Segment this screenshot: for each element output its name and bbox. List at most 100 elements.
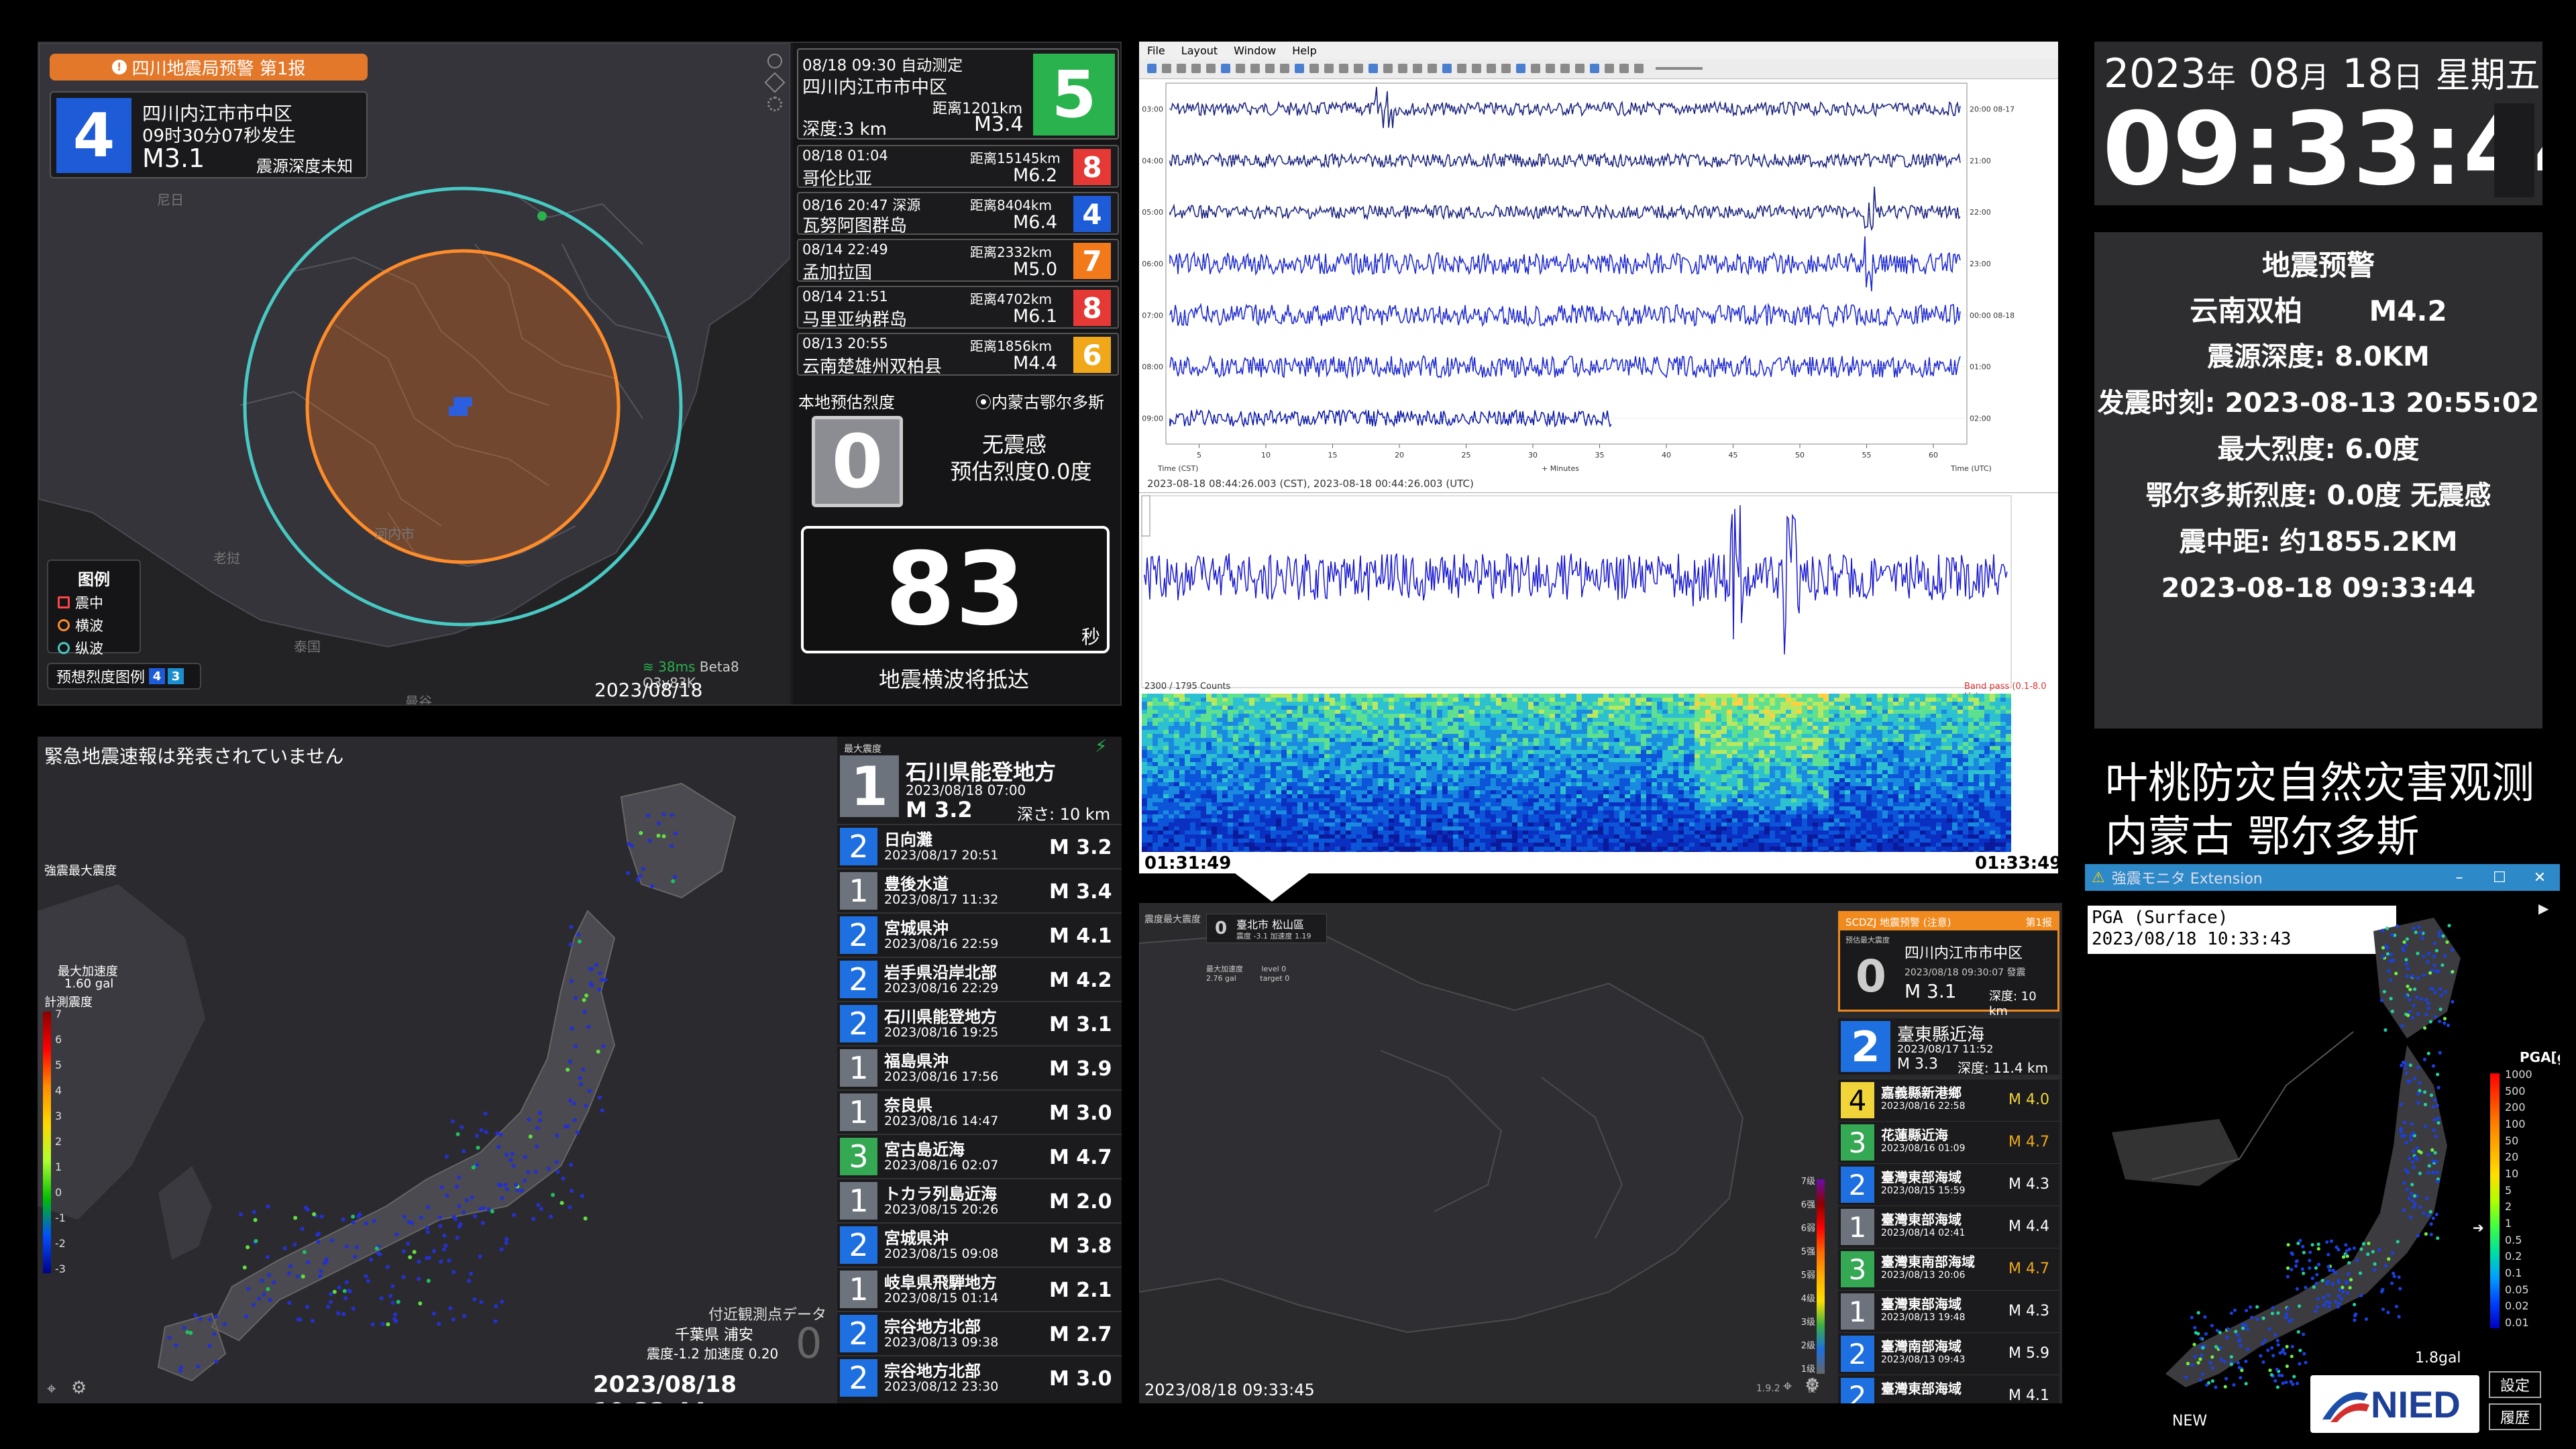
tw-history-item[interactable]: 3 臺灣東南部海域 2023/08/13 20:06 M 4.7 (1838, 1248, 2059, 1290)
scale-tick-label: 10 (2505, 1167, 2545, 1180)
tw-item-scale: 3 (1841, 1124, 1874, 1161)
settings-icon[interactable] (767, 97, 782, 111)
china-history-item[interactable]: 08/18 01:04 哥伦比亚 距离15145km M6.2 8 (797, 145, 1119, 188)
tw-level-label: level (1262, 965, 1279, 973)
toolbar-button-icon[interactable] (1162, 64, 1171, 73)
toolbar-button-icon[interactable] (1516, 64, 1525, 73)
tw-history-item[interactable]: 1 臺灣東部海域 2023/08/14 02:41 M 4.4 (1838, 1205, 2059, 1248)
menu-layout[interactable]: Layout (1181, 44, 1218, 57)
china-map[interactable]: 尼日河内市老挝缅甸泰国曼谷 ! 四川地震局预警 第1报 4 四川内江市市中区 0… (39, 43, 790, 706)
japan-item-time: 2023/08/15 09:08 (884, 1246, 998, 1261)
tw-item-location: 臺灣東部海域 (1881, 1293, 1962, 1313)
tw-alert-card[interactable]: SCDZJ 地震预警 (注意) 第1报 预估最大震度 0 四川内江市市中区 20… (1838, 911, 2059, 1012)
toolbar-button-icon[interactable] (1309, 64, 1319, 73)
seismogram-window[interactable]: File Layout Window Help 08-18 03:0020:00… (1139, 42, 2058, 873)
history-magnitude: M6.4 (1013, 212, 1057, 233)
china-history-item[interactable]: 08/16 20:47 深源 瓦努阿图群岛 距离8404km M6.4 4 (797, 192, 1119, 235)
toolbar-button-icon[interactable] (1354, 64, 1363, 73)
toolbar-button-icon[interactable] (1590, 64, 1599, 73)
toolbar-button-icon[interactable] (1472, 64, 1481, 73)
toolbar-button-icon[interactable] (1398, 64, 1407, 73)
history-button[interactable]: 履歴 (2489, 1403, 2541, 1430)
kmoni-window[interactable]: ⚠ 強震モニタ Extension – ☐ ✕ PGA (Surface) 20… (2085, 864, 2560, 1440)
japan-history-item[interactable]: 3 宮古島近海 2023/08/16 02:07 M 4.7 (837, 1134, 1122, 1178)
tw-history-item[interactable]: 2 臺灣東部海域 2023/08/15 15:59 M 4.3 (1838, 1163, 2059, 1205)
japan-history-item[interactable]: 2 石川県能登地方 2023/08/16 19:25 M 3.1 (837, 1001, 1122, 1045)
tw-history-item[interactable]: 2 臺灣東部海域 M 4.1 (1838, 1375, 2059, 1403)
toolbar-button-icon[interactable] (1413, 64, 1422, 73)
toolbar-button-icon[interactable] (1324, 64, 1334, 73)
china-intensity-legend[interactable]: 预想烈度图例 4 3 (47, 663, 201, 690)
toolbar-button-icon[interactable] (1177, 64, 1186, 73)
japan-history-item[interactable]: 2 宮城県沖 2023/08/15 09:08 M 3.8 (837, 1222, 1122, 1267)
toolbar-button-icon[interactable] (1236, 64, 1245, 73)
tw-history-item[interactable]: 2 臺灣南部海域 2023/08/13 09:43 M 5.9 (1838, 1332, 2059, 1375)
layers-icon[interactable] (764, 72, 785, 93)
japan-history-item[interactable]: 1 福島県沖 2023/08/16 17:56 M 3.9 (837, 1045, 1122, 1089)
crosshair-icon[interactable]: ⌖ (47, 1379, 56, 1398)
japan-history-item[interactable]: 2 宗谷地方北部 2023/08/12 23:30 M 3.0 (837, 1355, 1122, 1399)
clock-day: 18 (2342, 50, 2393, 97)
china-latest-card[interactable]: 08/18 09:30 自动测定 四川内江市市中区 距离1201km 深度:3 … (797, 48, 1119, 140)
menu-help[interactable]: Help (1292, 44, 1316, 57)
clock-time: 09:33:44 (2102, 99, 2542, 200)
japan-history-item[interactable]: 2 宮城県沖 2023/08/16 22:59 M 4.1 (837, 912, 1122, 957)
japan-history-item[interactable]: 1 豊後水道 2023/08/17 11:32 M 3.4 (837, 868, 1122, 912)
toolbar-button-icon[interactable] (1457, 64, 1466, 73)
japan-item-magnitude: M 3.0 (1049, 1367, 1112, 1391)
tw-history-item[interactable]: 3 花蓮縣近海 2023/08/16 01:09 M 4.7 (1838, 1121, 2059, 1163)
toolbar-button-icon[interactable] (1634, 64, 1644, 73)
toolbar-button-icon[interactable] (1575, 64, 1585, 73)
japan-item-scale: 3 (840, 1138, 877, 1175)
toolbar-icons[interactable] (1139, 59, 2058, 79)
toolbar-button-icon[interactable] (1442, 64, 1452, 73)
toolbar-button-icon[interactable] (1619, 64, 1629, 73)
toolbar-button-icon[interactable] (1280, 64, 1289, 73)
toolbar-button-icon[interactable] (1339, 64, 1348, 73)
china-history-item[interactable]: 08/14 21:51 马里亚纳群岛 距离4702km M6.1 8 (797, 286, 1119, 329)
japan-history-item[interactable]: 1 トカラ列島近海 2023/08/15 20:26 M 2.0 (837, 1178, 1122, 1222)
toolbar-button-icon[interactable] (1428, 64, 1437, 73)
toolbar-button-icon[interactable] (1221, 64, 1230, 73)
tw-history-item[interactable]: 1 臺灣東部海域 2023/08/13 19:48 M 4.3 (1838, 1290, 2059, 1332)
home-icon[interactable] (767, 54, 782, 68)
settings-button[interactable]: 設定 (2489, 1371, 2541, 1398)
toolbar-button-icon[interactable] (1295, 64, 1304, 73)
toolbar-button-icon[interactable] (1560, 64, 1570, 73)
toolbar-button-icon[interactable] (1368, 64, 1378, 73)
tw-latest[interactable]: 2 臺東縣近海 2023/08/17 11:52 M 3.3 深度: 11.4 … (1838, 1018, 2059, 1075)
menu-file[interactable]: File (1147, 44, 1165, 57)
toolbar-button-icon[interactable] (1531, 64, 1540, 73)
tw-gear-icon[interactable]: ⚙ (1805, 1375, 1820, 1395)
japan-history-item[interactable]: 2 岩手県沿岸北部 2023/08/16 22:29 M 4.2 (837, 957, 1122, 1001)
toolbar-button-icon[interactable] (1501, 64, 1511, 73)
toolbar-button-icon[interactable] (1605, 64, 1614, 73)
trace-time-right: 00:00 08-18 (1970, 311, 2015, 320)
tw-station-card: 0 臺北市 松山區 震度 -3.1 加速度 1.19 (1206, 914, 1327, 943)
scale-tick-label: 5 (55, 1059, 82, 1071)
scale-tick-label: -1 (55, 1212, 82, 1224)
tw-crosshair-icon[interactable]: ⌖ (1783, 1377, 1792, 1395)
china-history-item[interactable]: 08/13 20:55 云南楚雄州双柏县 距离1856km M4.4 6 (797, 333, 1119, 376)
toolbar-button-icon[interactable] (1487, 64, 1496, 73)
japan-item-magnitude: M 2.1 (1049, 1279, 1112, 1302)
china-history-item[interactable]: 08/14 22:49 孟加拉国 距离2332km M5.0 7 (797, 239, 1119, 282)
japan-history-item[interactable]: 1 奈良県 2023/08/16 14:47 M 3.0 (837, 1089, 1122, 1134)
japan-history-item[interactable]: 1 岐阜県飛騨地方 2023/08/15 01:14 M 2.1 (837, 1267, 1122, 1311)
japan-history-item[interactable]: 2 日向灘 2023/08/17 20:51 M 3.2 (837, 824, 1122, 868)
japan-latest[interactable]: 1 石川県能登地方 2023/08/18 07:00 M 3.2 深さ: 10 … (837, 753, 1122, 821)
toolbar-button-icon[interactable] (1546, 64, 1555, 73)
waveform-counts: 2300 / 1795 Counts (1144, 682, 1230, 692)
toolbar-button-icon[interactable] (1191, 64, 1201, 73)
toolbar-button-icon[interactable] (1206, 64, 1216, 73)
japan-map[interactable]: 緊急地震速報は発表されていません 強震最大震度 最大加速度 1.60 gal 計… (38, 737, 836, 1403)
menu-window[interactable]: Window (1234, 44, 1276, 57)
toolbar-button-icon[interactable] (1265, 64, 1275, 73)
history-distance: 距离8404km (970, 195, 1052, 214)
toolbar-button-icon[interactable] (1383, 64, 1393, 73)
tw-history-item[interactable]: 4 嘉義縣新港鄉 2023/08/16 22:58 M 4.0 (1838, 1079, 2059, 1121)
gear-icon[interactable]: ⚙ (71, 1378, 87, 1398)
toolbar-button-icon[interactable] (1147, 64, 1157, 73)
japan-history-item[interactable]: 2 宗谷地方北部 2023/08/13 09:38 M 2.7 (837, 1311, 1122, 1355)
toolbar-button-icon[interactable] (1250, 64, 1260, 73)
